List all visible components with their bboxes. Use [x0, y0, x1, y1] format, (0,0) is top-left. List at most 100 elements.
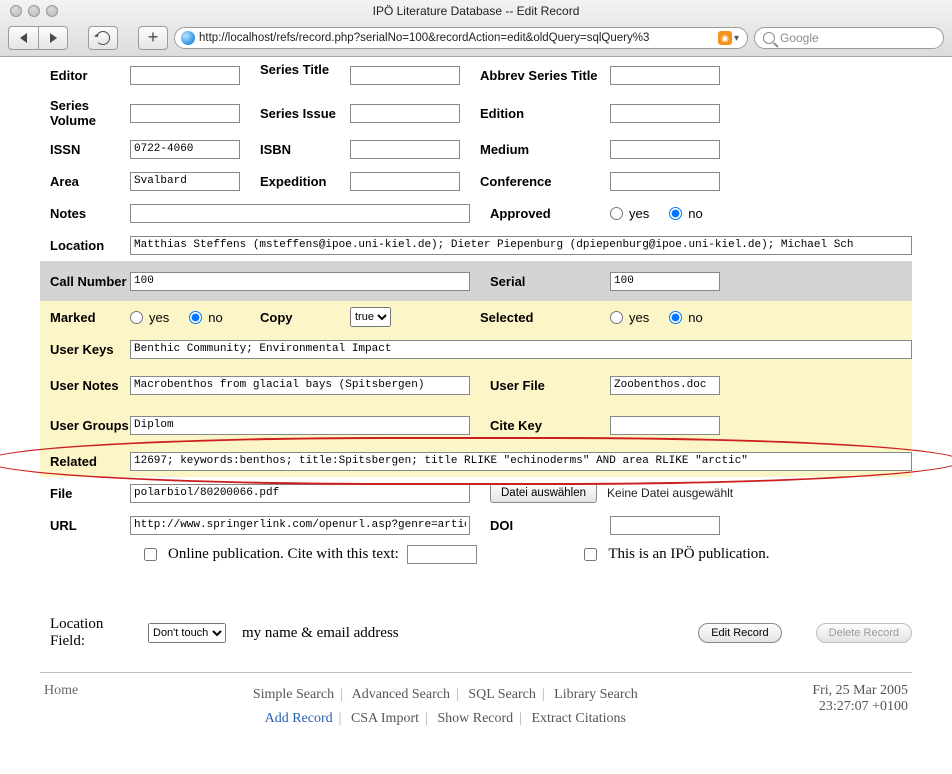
edit-record-button[interactable]: Edit Record — [698, 623, 781, 643]
footer-csa-import[interactable]: CSA Import — [351, 711, 419, 726]
label-copy: Copy — [250, 310, 350, 325]
location-field-select[interactable]: Don't touch — [148, 623, 226, 643]
ipo-pub-text: This is an IPÖ publication. — [608, 546, 769, 563]
label-isbn: ISBN — [250, 142, 350, 157]
series-issue-input[interactable] — [350, 104, 460, 123]
radio-label-yes: yes — [629, 310, 649, 325]
search-placeholder: Google — [780, 31, 819, 45]
label-series-volume: Series Volume — [40, 98, 130, 128]
label-area: Area — [40, 174, 130, 189]
separator — [40, 672, 912, 673]
search-icon — [763, 32, 775, 44]
label-location: Location — [40, 238, 130, 253]
selected-yes-radio[interactable] — [610, 311, 623, 324]
radio-label-yes: yes — [149, 310, 169, 325]
footer-show-record[interactable]: Show Record — [437, 711, 513, 726]
label-user-groups: User Groups — [40, 418, 130, 433]
label-user-notes: User Notes — [40, 378, 130, 393]
selected-no-radio[interactable] — [669, 311, 682, 324]
marked-no-radio[interactable] — [189, 311, 202, 324]
file-status-text: Keine Datei ausgewählt — [607, 486, 733, 500]
label-doi: DOI — [470, 518, 610, 533]
label-user-keys: User Keys — [40, 342, 130, 357]
footer-sql-search[interactable]: SQL Search — [468, 687, 536, 702]
label-series-issue: Series Issue — [250, 106, 350, 121]
radio-label-no: no — [208, 310, 222, 325]
footer-add-record[interactable]: Add Record — [265, 711, 333, 726]
user-groups-input[interactable] — [130, 416, 470, 435]
forward-button[interactable] — [38, 26, 68, 50]
label-issn: ISSN — [40, 142, 130, 157]
browser-search[interactable]: Google — [754, 27, 944, 49]
label-url: URL — [40, 518, 130, 533]
copy-select[interactable]: true — [350, 307, 391, 327]
label-expedition: Expedition — [250, 174, 350, 189]
label-call-number: Call Number — [40, 274, 130, 289]
abbrev-series-title-input[interactable] — [610, 66, 720, 85]
label-conference: Conference — [470, 174, 610, 189]
address-bar[interactable]: http://localhost/refs/record.php?serialN… — [174, 27, 748, 49]
online-pub-text: Online publication. Cite with this text: — [168, 546, 399, 563]
marked-yes-radio[interactable] — [130, 311, 143, 324]
browser-chrome: IPÖ Literature Database -- Edit Record +… — [0, 0, 952, 57]
issn-input[interactable] — [130, 140, 240, 159]
reload-button[interactable] — [88, 26, 118, 50]
window-title: IPÖ Literature Database -- Edit Record — [0, 4, 952, 18]
delete-record-button[interactable]: Delete Record — [816, 623, 912, 643]
online-pub-cite-input[interactable] — [407, 545, 477, 564]
call-number-input[interactable] — [130, 272, 470, 291]
url-input[interactable] — [130, 516, 470, 535]
label-related: Related — [40, 454, 130, 469]
series-title-input[interactable] — [350, 66, 460, 85]
label-location-field: Location Field: — [50, 616, 140, 650]
related-input[interactable] — [130, 452, 912, 471]
expedition-input[interactable] — [350, 172, 460, 191]
footer-advanced-search[interactable]: Advanced Search — [352, 687, 450, 702]
user-notes-input[interactable] — [130, 376, 470, 395]
user-file-input[interactable] — [610, 376, 720, 395]
label-abbrev-series-title: Abbrev Series Title — [470, 68, 610, 83]
label-medium: Medium — [470, 142, 610, 157]
location-input[interactable] — [130, 236, 912, 255]
approved-yes-radio[interactable] — [610, 207, 623, 220]
label-selected: Selected — [470, 310, 610, 325]
conference-input[interactable] — [610, 172, 720, 191]
radio-label-no: no — [688, 310, 702, 325]
serial-input[interactable] — [610, 272, 720, 291]
footer-extract-citations[interactable]: Extract Citations — [531, 711, 625, 726]
footer-simple-search[interactable]: Simple Search — [253, 687, 334, 702]
label-marked: Marked — [40, 310, 130, 325]
area-input[interactable] — [130, 172, 240, 191]
edition-input[interactable] — [610, 104, 720, 123]
label-user-file: User File — [470, 378, 610, 393]
rss-icon[interactable]: ◉ — [718, 31, 732, 45]
footer-home-link[interactable]: Home — [44, 683, 78, 698]
url-text: http://localhost/refs/record.php?serialN… — [199, 32, 714, 44]
online-pub-checkbox[interactable] — [144, 548, 157, 561]
footer-time: 23:27:07 +0100 — [812, 699, 908, 715]
site-icon — [181, 31, 195, 45]
approved-no-radio[interactable] — [669, 207, 682, 220]
file-choose-button[interactable]: Datei auswählen — [490, 483, 597, 503]
file-path-input[interactable] — [130, 484, 470, 503]
doi-input[interactable] — [610, 516, 720, 535]
label-cite-key: Cite Key — [470, 418, 610, 433]
label-edition: Edition — [470, 106, 610, 121]
footer-library-search[interactable]: Library Search — [554, 687, 638, 702]
label-file: File — [40, 486, 130, 501]
user-keys-input[interactable] — [130, 340, 912, 359]
medium-input[interactable] — [610, 140, 720, 159]
ipo-pub-checkbox[interactable] — [584, 548, 597, 561]
cite-key-input[interactable] — [610, 416, 720, 435]
series-volume-input[interactable] — [130, 104, 240, 123]
editor-input[interactable] — [130, 66, 240, 85]
label-notes: Notes — [40, 206, 130, 221]
label-editor: Editor — [40, 68, 130, 83]
isbn-input[interactable] — [350, 140, 460, 159]
radio-label-yes: yes — [629, 206, 649, 221]
notes-input[interactable] — [130, 204, 470, 223]
back-button[interactable] — [8, 26, 38, 50]
radio-label-no: no — [688, 206, 702, 221]
add-bookmark-button[interactable]: + — [138, 26, 168, 50]
url-dropdown-icon[interactable]: ▾ — [732, 33, 741, 44]
